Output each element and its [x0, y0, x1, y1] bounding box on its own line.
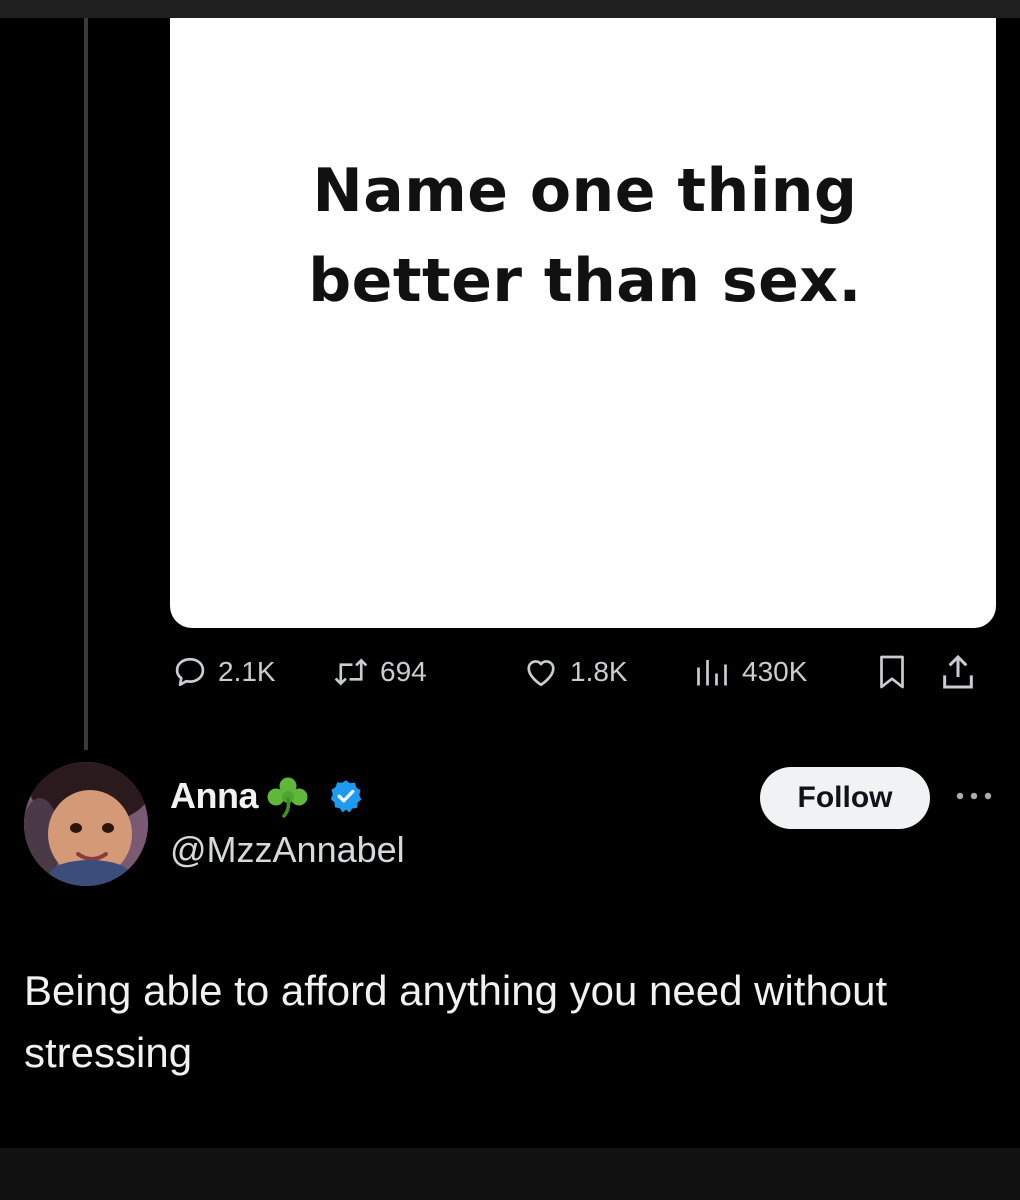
avatar[interactable]	[24, 762, 148, 886]
display-name: Anna	[170, 775, 259, 816]
verified-badge-icon	[330, 780, 362, 813]
thread-line	[84, 18, 88, 750]
share-button[interactable]	[938, 648, 978, 696]
top-strip	[0, 0, 1020, 18]
bookmark-button[interactable]	[874, 648, 910, 696]
bookmark-icon	[880, 655, 904, 689]
bottom-bar	[0, 1148, 1020, 1200]
quoted-image-text: Name one thing better than sex.	[308, 156, 862, 316]
reply-button[interactable]: 2.1K	[172, 648, 276, 696]
quoted-image-card[interactable]: Name one thing better than sex.	[170, 18, 996, 628]
like-count: 1.8K	[570, 656, 628, 687]
repost-button[interactable]: 694	[332, 648, 427, 696]
speech-bubble-icon	[175, 657, 205, 687]
user-handle[interactable]: @MzzAnnabel	[170, 829, 405, 871]
share-upload-icon	[943, 654, 973, 689]
reply-count: 2.1K	[218, 656, 276, 687]
more-options-button[interactable]	[952, 786, 996, 806]
view-count: 430K	[742, 656, 808, 687]
heart-icon	[527, 660, 555, 687]
shamrock-emoji	[267, 777, 308, 818]
author-name[interactable]: Anna	[170, 774, 364, 818]
tweet-action-bar: 2.1K 694 1.8K 430K	[170, 648, 996, 696]
bar-chart-icon	[697, 660, 727, 686]
repost-count: 694	[380, 656, 427, 687]
ellipsis-icon	[956, 792, 992, 800]
views-button[interactable]: 430K	[692, 648, 807, 696]
reply-text: Being able to afford anything you need w…	[24, 967, 888, 1076]
repost-arrows-icon	[334, 658, 368, 686]
like-button[interactable]: 1.8K	[522, 648, 628, 696]
follow-button[interactable]: Follow	[760, 767, 930, 829]
